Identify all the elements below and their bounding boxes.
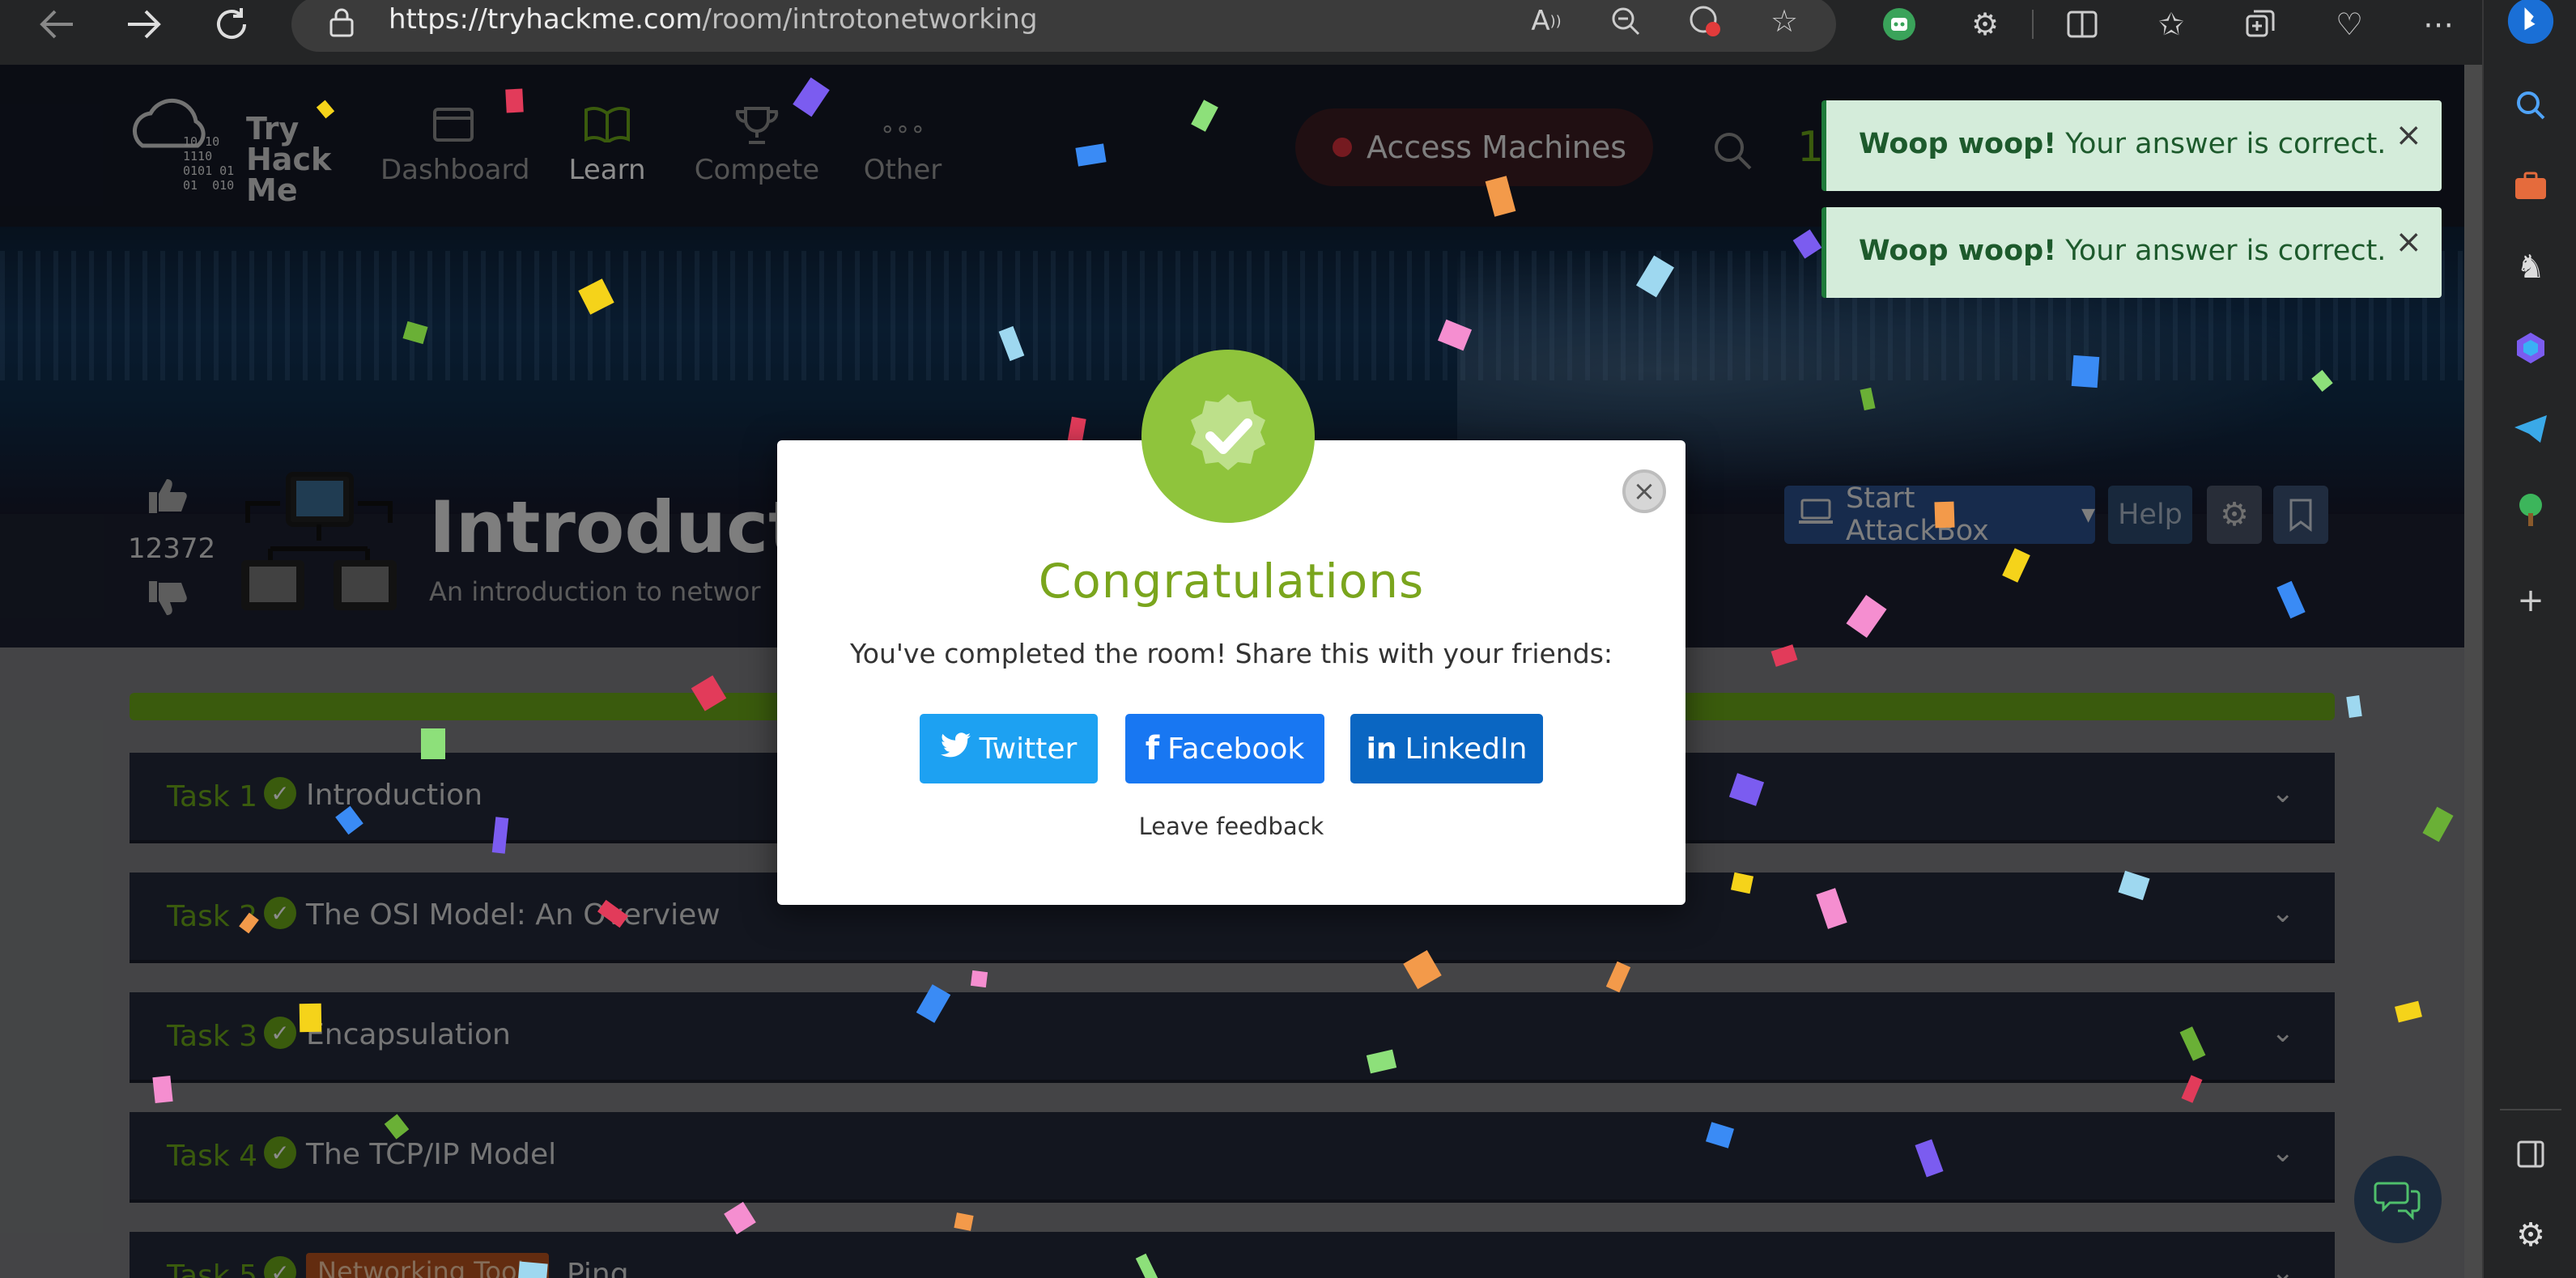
back-arrow-icon[interactable]: [24, 0, 89, 49]
share-facebook-label: Facebook: [1167, 732, 1305, 766]
send-telegram-icon[interactable]: [2506, 405, 2555, 453]
address-bar[interactable]: https://tryhackme.com/room/introtonetwor…: [291, 0, 1836, 52]
congratulations-modal: × Congratulations You've completed the r…: [777, 350, 1685, 905]
favorite-star-icon[interactable]: ☆: [1760, 0, 1809, 44]
more-options-icon[interactable]: ⋯: [2414, 2, 2463, 47]
share-facebook-button[interactable]: f Facebook: [1125, 714, 1324, 783]
twitter-icon: [940, 732, 971, 766]
favorites-icon[interactable]: ✩: [2147, 2, 2196, 47]
chat-support-icon[interactable]: [2354, 1156, 2442, 1243]
forward-arrow-icon[interactable]: [112, 0, 176, 49]
games-chess-icon[interactable]: ♞: [2506, 243, 2555, 291]
leave-feedback-link[interactable]: Leave feedback: [777, 813, 1685, 840]
extensions-puzzle-icon[interactable]: ⚙: [1961, 2, 2009, 47]
modal-heading: Congratulations: [1038, 554, 1425, 609]
split-screen-icon[interactable]: [2058, 2, 2106, 47]
linkedin-icon: in: [1366, 732, 1397, 766]
add-icon[interactable]: +: [2506, 576, 2555, 625]
success-badge-icon: [1141, 350, 1315, 523]
toast-message: Woop woop! Your answer is correct.: [1859, 128, 2386, 160]
toast-message: Woop woop! Your answer is correct.: [1859, 235, 2386, 267]
browser-sidebar: ♞ + ⚙: [2482, 0, 2576, 1278]
toast-text: Your answer is correct.: [2065, 128, 2387, 160]
refresh-icon[interactable]: [199, 0, 264, 49]
success-toast: Woop woop! Your answer is correct. ×: [1821, 207, 2442, 298]
success-toast: Woop woop! Your answer is correct. ×: [1821, 100, 2442, 191]
toast-bold-text: Woop woop!: [1859, 128, 2057, 160]
microsoft-365-icon[interactable]: [2506, 324, 2555, 372]
browser-toolbar: https://tryhackme.com/room/introtonetwor…: [0, 0, 2576, 65]
extension-robot-icon[interactable]: [1875, 2, 1923, 47]
toast-text: Your answer is correct.: [2065, 235, 2387, 267]
tree-icon[interactable]: [2506, 486, 2555, 534]
close-icon[interactable]: ×: [2395, 223, 2422, 261]
tools-briefcase-icon[interactable]: [2506, 162, 2555, 210]
facebook-icon: f: [1145, 730, 1160, 767]
modal-subtext: You've completed the room! Share this wi…: [849, 638, 1613, 669]
tracking-prevention-icon[interactable]: [1681, 0, 1729, 44]
collections-icon[interactable]: [2236, 2, 2285, 47]
search-icon[interactable]: [2506, 81, 2555, 129]
page-scrollbar[interactable]: [2464, 65, 2482, 1278]
toolbar-divider: [2032, 10, 2034, 39]
url-host: https://tryhackme.com: [389, 3, 703, 36]
settings-gear-icon[interactable]: ⚙: [2506, 1211, 2555, 1259]
share-linkedin-button[interactable]: in LinkedIn: [1350, 714, 1543, 783]
hide-sidebar-icon[interactable]: [2506, 1130, 2555, 1178]
url-text: https://tryhackme.com/room/introtonetwor…: [389, 3, 1038, 36]
bing-copilot-icon[interactable]: [2506, 0, 2555, 45]
zoom-out-icon[interactable]: [1601, 0, 1650, 44]
read-aloud-icon[interactable]: A)): [1522, 0, 1571, 44]
browser-essentials-icon[interactable]: ♡: [2325, 2, 2374, 47]
sidebar-divider: [2500, 1109, 2561, 1110]
close-icon[interactable]: ×: [1622, 469, 1666, 513]
close-icon[interactable]: ×: [2395, 117, 2422, 154]
share-twitter-label: Twitter: [979, 732, 1078, 766]
share-twitter-button[interactable]: Twitter: [920, 714, 1098, 783]
share-linkedin-label: LinkedIn: [1405, 732, 1528, 766]
lock-icon[interactable]: [329, 8, 355, 37]
url-path: /room/introtonetworking: [702, 3, 1038, 36]
toast-bold-text: Woop woop!: [1859, 235, 2057, 267]
